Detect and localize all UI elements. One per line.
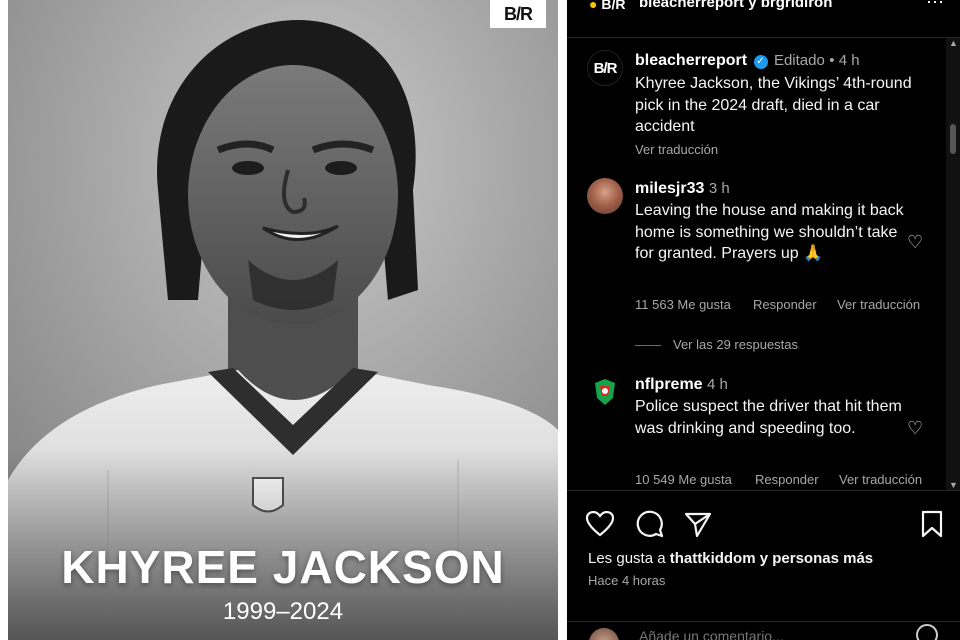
replies-divider xyxy=(635,345,661,347)
view-replies-link[interactable]: Ver las 29 respuestas xyxy=(635,337,798,352)
post-author-username[interactable]: bleacherreport xyxy=(635,52,747,69)
post-caption-block: bleacherreport ✓ Editado • 4 h Khyree Ja… xyxy=(635,52,935,157)
post-time: 4 h xyxy=(838,52,860,69)
current-user-avatar xyxy=(589,628,619,640)
post-author-avatar[interactable]: B/R xyxy=(587,50,623,86)
more-horizontal-icon[interactable]: ⋯ xyxy=(926,0,944,13)
see-translation-link[interactable]: Ver traducción xyxy=(839,472,922,487)
comment-actions: 10 549 Me gusta Responder Ver traducción xyxy=(635,472,922,487)
br-logo-badge: B/R xyxy=(490,0,546,28)
comment-text: Police suspect the driver that hit them … xyxy=(635,398,902,437)
comment-item: milesjr33 3 h Leaving the house and maki… xyxy=(635,180,907,265)
liked-by-suffix[interactable]: y personas más xyxy=(760,550,873,567)
comment-likes-count[interactable]: 10 549 Me gusta xyxy=(635,472,755,487)
post-header: ● B/R bleacherreport y brgridiron ⋯ xyxy=(567,0,960,38)
scroll-up-arrow-icon[interactable]: ▲ xyxy=(949,38,958,48)
liked-by-summary: Les gusta a thattkiddom y personas más xyxy=(588,550,873,567)
commenter-avatar[interactable] xyxy=(587,178,623,214)
comment-time: 3 h xyxy=(708,180,730,197)
header-usernames[interactable]: bleacherreport y brgridiron xyxy=(639,0,832,11)
comment-username[interactable]: nflpreme xyxy=(635,376,703,393)
comments-panel: ● B/R bleacherreport y brgridiron ⋯ B/R … xyxy=(567,0,960,640)
liked-by-prefix: Les gusta a xyxy=(588,550,666,567)
separator-dot: • xyxy=(829,52,839,69)
like-comment-heart-icon[interactable]: ♡ xyxy=(907,232,923,253)
like-heart-icon[interactable] xyxy=(585,509,615,539)
view-replies-label: Ver las 29 respuestas xyxy=(673,337,799,352)
scroll-down-arrow-icon[interactable]: ▼ xyxy=(949,480,958,490)
comment-bubble-icon[interactable] xyxy=(635,509,665,539)
comments-scrollbar[interactable]: ▲ ▼ xyxy=(946,38,960,490)
verified-badge-icon: ✓ xyxy=(753,55,768,69)
add-comment-row: Añade un comentario... xyxy=(567,621,960,640)
reply-button[interactable]: Responder xyxy=(753,297,837,312)
comment-likes-count[interactable]: 11 563 Me gusta xyxy=(635,297,753,312)
bookmark-save-icon[interactable] xyxy=(917,509,947,539)
player-name-overlay: KHYREE JACKSON xyxy=(61,541,505,593)
post-actions-bar: Les gusta a thattkiddom y personas más H… xyxy=(567,490,960,640)
reply-button[interactable]: Responder xyxy=(755,472,839,487)
comment-text: Leaving the house and making it back hom… xyxy=(635,202,904,262)
nflpreme-logo-icon xyxy=(595,379,615,405)
share-paper-plane-icon[interactable] xyxy=(683,509,713,539)
post-timestamp[interactable]: Hace 4 horas xyxy=(588,573,665,588)
liked-by-username[interactable]: thattkiddom xyxy=(670,550,756,567)
scrollbar-thumb[interactable] xyxy=(950,124,956,154)
comment-username[interactable]: milesjr33 xyxy=(635,180,704,197)
player-years-overlay: 1999–2024 xyxy=(222,598,344,625)
commenter-avatar[interactable] xyxy=(587,374,623,410)
header-logo[interactable]: ● B/R xyxy=(589,0,625,12)
post-caption: Khyree Jackson, the Vikings’ 4th-round p… xyxy=(635,75,912,135)
comment-item: nflpreme 4 h Police suspect the driver t… xyxy=(635,376,907,439)
see-translation-link[interactable]: Ver traducción xyxy=(837,297,920,312)
emoji-picker-icon[interactable] xyxy=(916,624,938,640)
comment-time: 4 h xyxy=(707,376,728,393)
post-image[interactable]: B/R KHYREE JACKSON 1999–2024 xyxy=(8,0,558,640)
see-translation-link[interactable]: Ver traducción xyxy=(635,142,935,157)
header-logo-text: B/R xyxy=(601,0,626,12)
comment-actions: 11 563 Me gusta Responder Ver traducción xyxy=(635,297,920,312)
like-comment-heart-icon[interactable]: ♡ xyxy=(907,418,923,439)
edited-label: Editado xyxy=(773,52,825,69)
add-comment-input[interactable]: Añade un comentario... xyxy=(639,628,784,640)
